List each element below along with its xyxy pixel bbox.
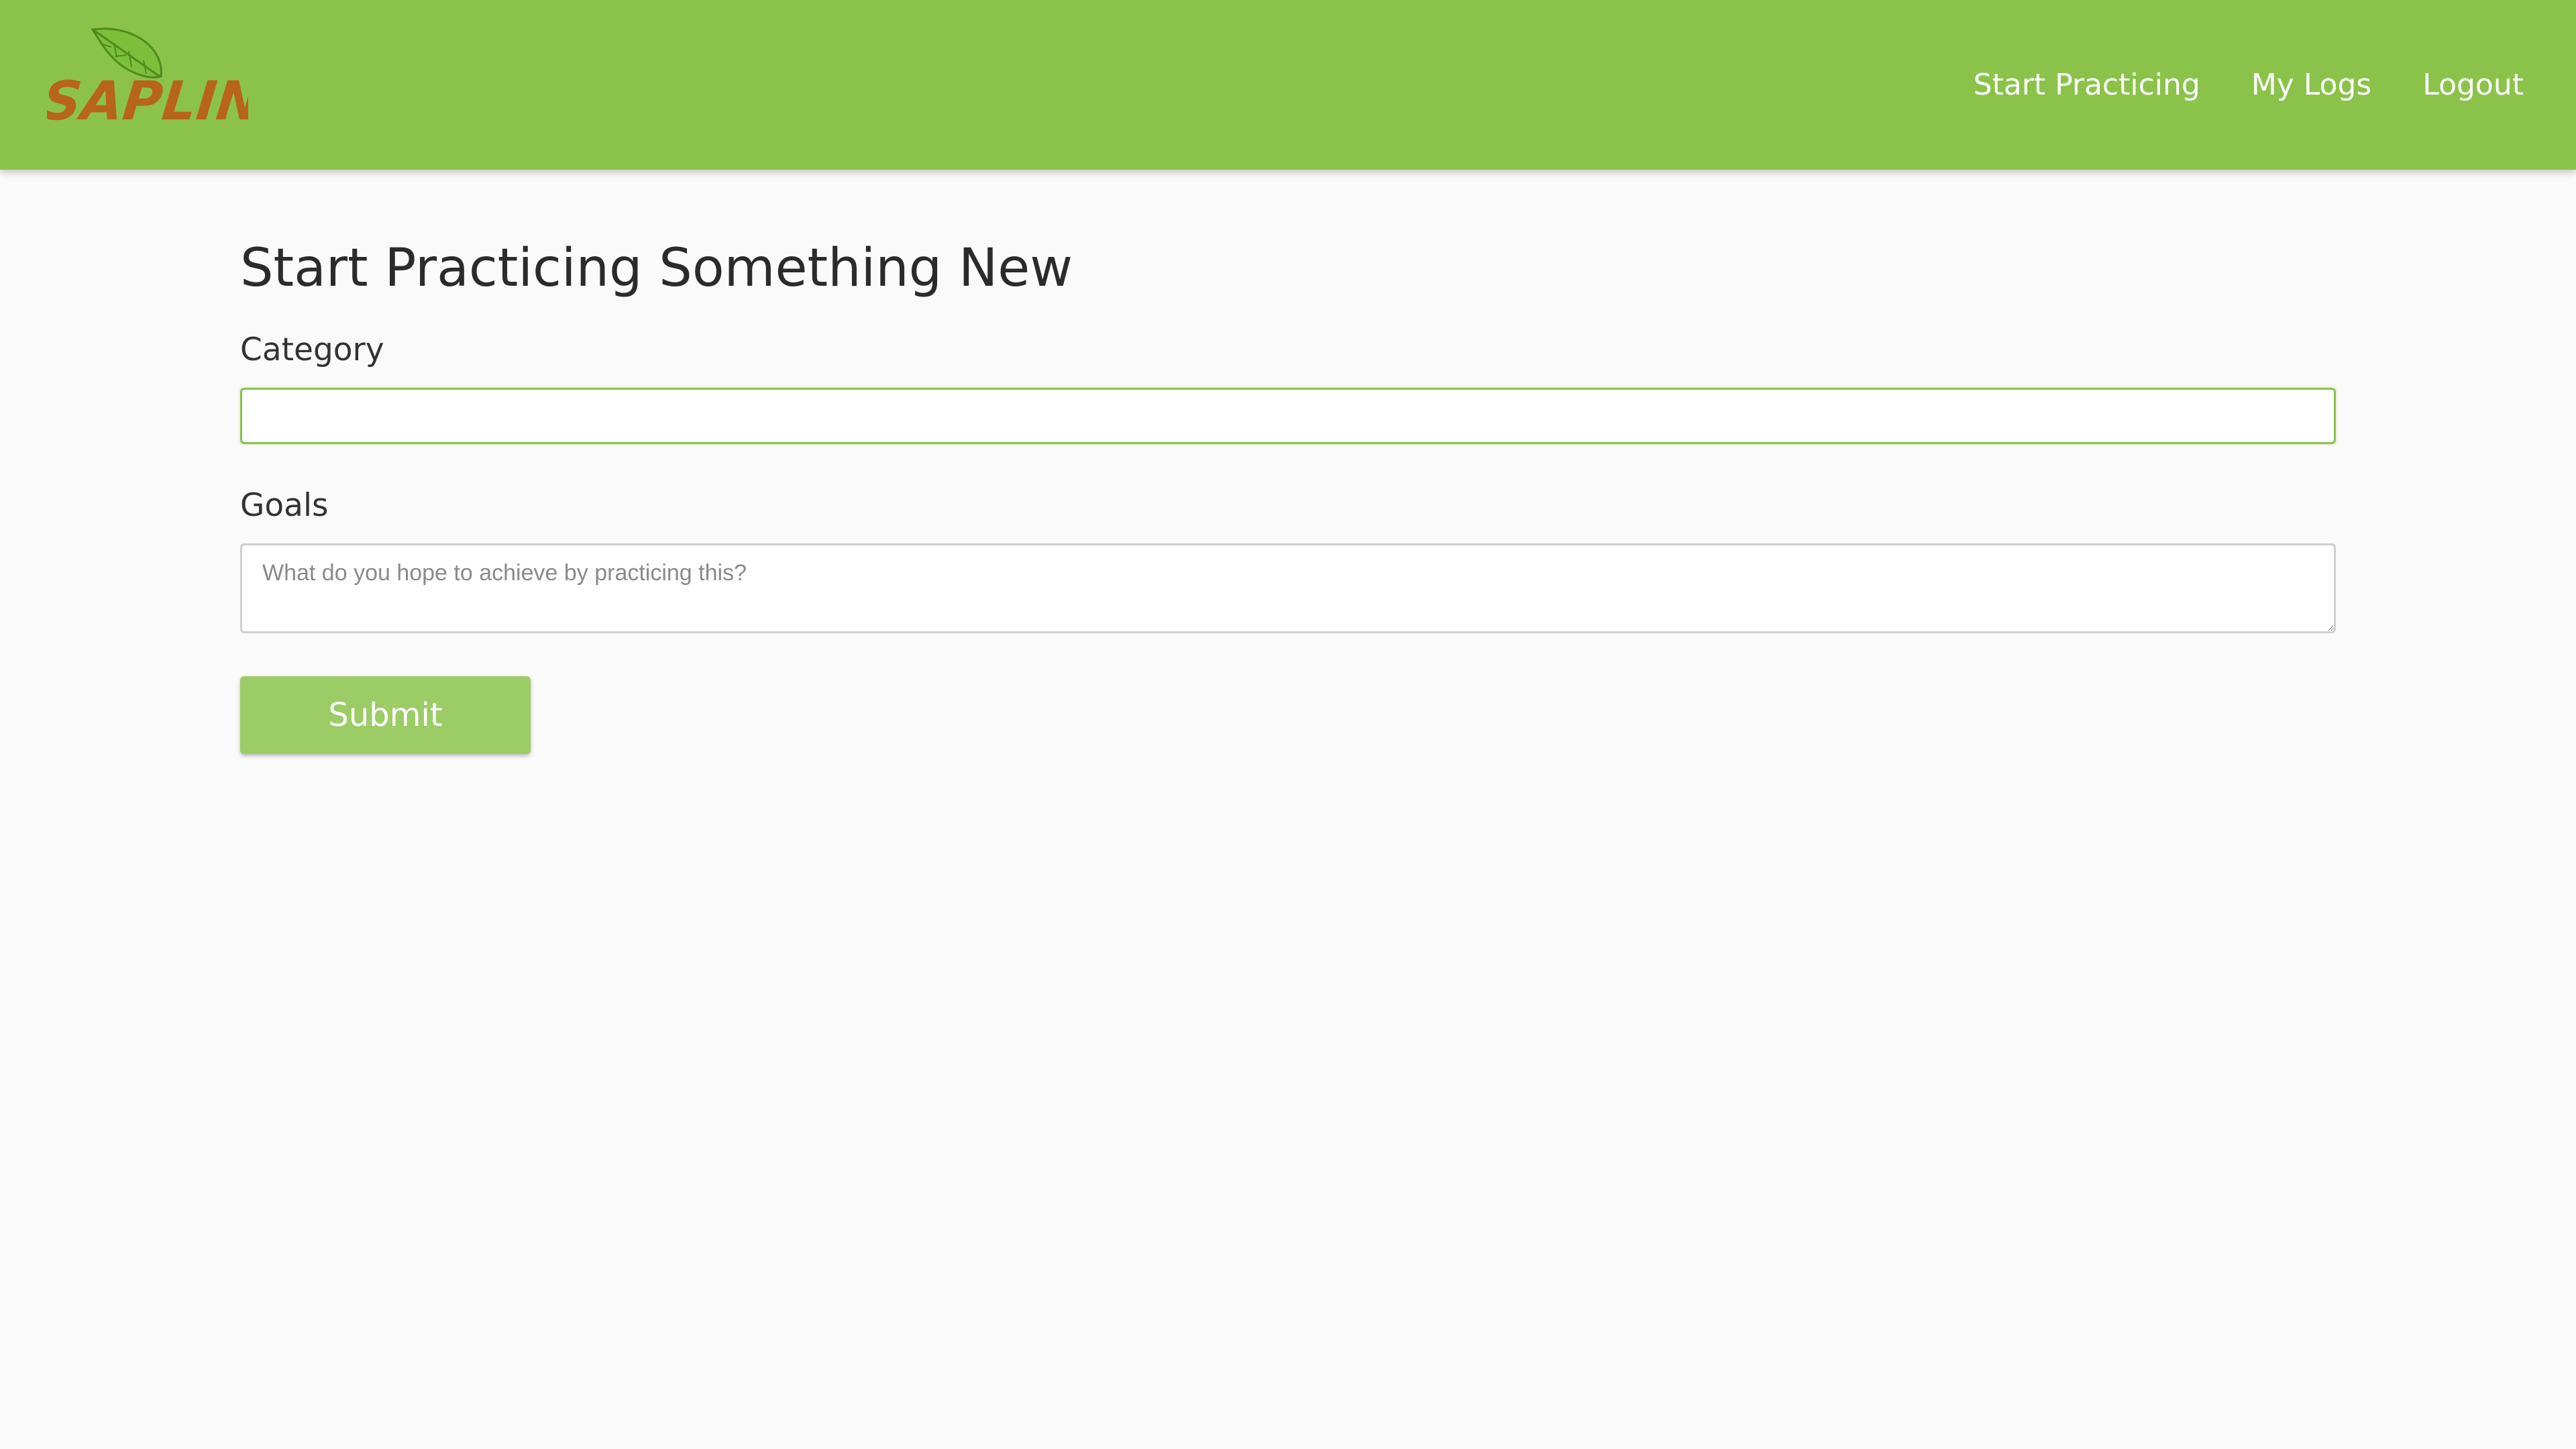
page-title: Start Practicing Something New xyxy=(240,238,1073,299)
category-label: Category xyxy=(240,331,384,368)
goals-textarea[interactable] xyxy=(240,543,2336,633)
submit-button[interactable]: Submit xyxy=(240,676,531,754)
top-navbar: SAPLING Start Practicing My Logs Logout xyxy=(0,0,2576,170)
leaf-logo-icon: SAPLING xyxy=(47,28,248,125)
sapling-logo[interactable]: SAPLING xyxy=(47,24,248,125)
nav-start-practicing[interactable]: Start Practicing xyxy=(1974,68,2200,102)
nav-my-logs[interactable]: My Logs xyxy=(2251,68,2372,102)
main-nav: Start Practicing My Logs Logout xyxy=(1974,0,2524,170)
svg-text:SAPLING: SAPLING xyxy=(47,70,248,125)
goals-label: Goals xyxy=(240,487,329,524)
nav-logout[interactable]: Logout xyxy=(2422,68,2524,102)
main-content: Start Practicing Something New Category … xyxy=(240,221,2336,754)
category-input[interactable] xyxy=(240,388,2336,444)
